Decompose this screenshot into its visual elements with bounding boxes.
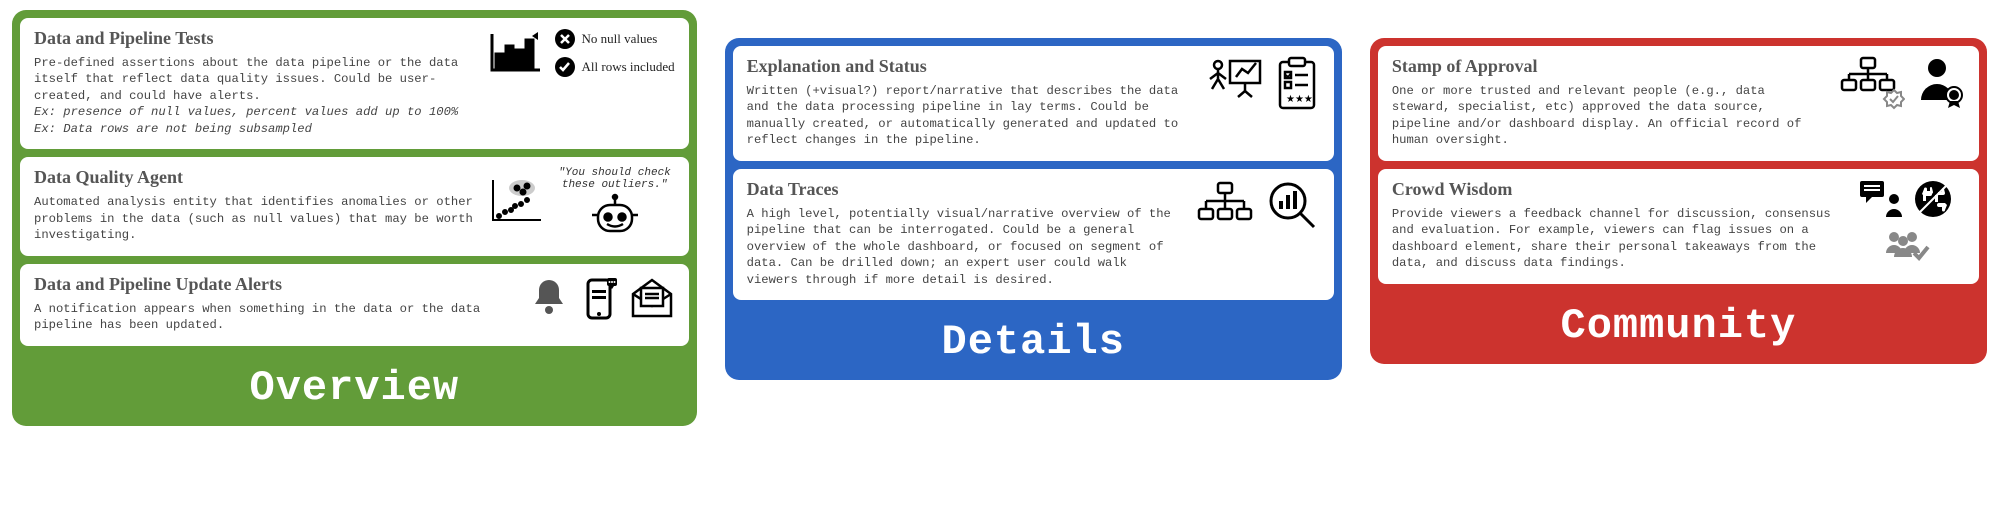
- card-title: Explanation and Status: [747, 56, 1194, 77]
- panels-row: Data and Pipeline Tests Pre-defined asse…: [12, 10, 1987, 426]
- card-explanation-status: Explanation and Status Written (+visual?…: [733, 46, 1334, 161]
- group-check-icon: [1880, 229, 1930, 265]
- card-update-alerts: Data and Pipeline Update Alerts A notifi…: [20, 264, 689, 346]
- scatter-outlier-icon: [487, 176, 545, 226]
- mail-open-icon: [629, 276, 675, 320]
- panel-title-community: Community: [1378, 292, 1979, 364]
- robot-icon: [590, 193, 640, 235]
- badge-all-rows: All rows included: [582, 59, 675, 75]
- panel-overview: Data and Pipeline Tests Pre-defined asse…: [12, 10, 697, 426]
- svg-text:★★★: ★★★: [1286, 94, 1313, 105]
- card-title: Data and Pipeline Update Alerts: [34, 274, 519, 295]
- panel-community: Stamp of Approval One or more trusted an…: [1370, 38, 1987, 364]
- clipboard-rating-icon: ★★★: [1274, 56, 1320, 112]
- card-crowd-wisdom: Crowd Wisdom Provide viewers a feedback …: [1378, 169, 1979, 284]
- card-desc: Written (+visual?) report/narrative that…: [747, 83, 1194, 149]
- card-desc: Provide viewers a feedback channel for d…: [1392, 206, 1835, 272]
- card-title: Data and Pipeline Tests: [34, 28, 476, 49]
- pipeline-tree-icon: [1194, 179, 1256, 233]
- card-stamp-approval: Stamp of Approval One or more trusted an…: [1378, 46, 1979, 161]
- card-desc: A notification appears when something in…: [34, 301, 519, 334]
- card-desc: Automated analysis entity that identifie…: [34, 194, 477, 243]
- card-data-traces: Data Traces A high level, potentially vi…: [733, 169, 1334, 300]
- phone-notification-icon: [579, 274, 619, 322]
- panel-details: Explanation and Status Written (+visual?…: [725, 38, 1342, 380]
- chart-magnify-icon: [1266, 179, 1320, 233]
- person-badge-icon: [1915, 56, 1965, 110]
- card-desc: A high level, potentially visual/narrati…: [747, 206, 1184, 288]
- card-data-pipeline-tests: Data and Pipeline Tests Pre-defined asse…: [20, 18, 689, 149]
- presentation-icon: [1204, 57, 1264, 111]
- panel-title-overview: Overview: [20, 354, 689, 426]
- card-title: Data Traces: [747, 179, 1184, 200]
- card-title: Stamp of Approval: [1392, 56, 1829, 77]
- bar-chart-icon: [486, 30, 544, 76]
- card-desc: One or more trusted and relevant people …: [1392, 83, 1829, 149]
- card-desc: Pre-defined assertions about the data pi…: [34, 55, 476, 137]
- chat-person-icon: [1858, 179, 1904, 219]
- x-circle-icon: [554, 28, 576, 50]
- agent-quote: "You should check these outliers.": [555, 167, 675, 191]
- card-data-quality-agent: Data Quality Agent Automated analysis en…: [20, 157, 689, 255]
- card-title: Data Quality Agent: [34, 167, 477, 188]
- card-title: Crowd Wisdom: [1392, 179, 1835, 200]
- check-circle-icon: [554, 56, 576, 78]
- bell-icon: [529, 276, 569, 320]
- pipeline-approved-icon: [1839, 56, 1905, 110]
- badge-no-null: No null values: [582, 31, 658, 47]
- panel-title-details: Details: [733, 308, 1334, 380]
- thumbs-vote-icon: [1914, 180, 1952, 218]
